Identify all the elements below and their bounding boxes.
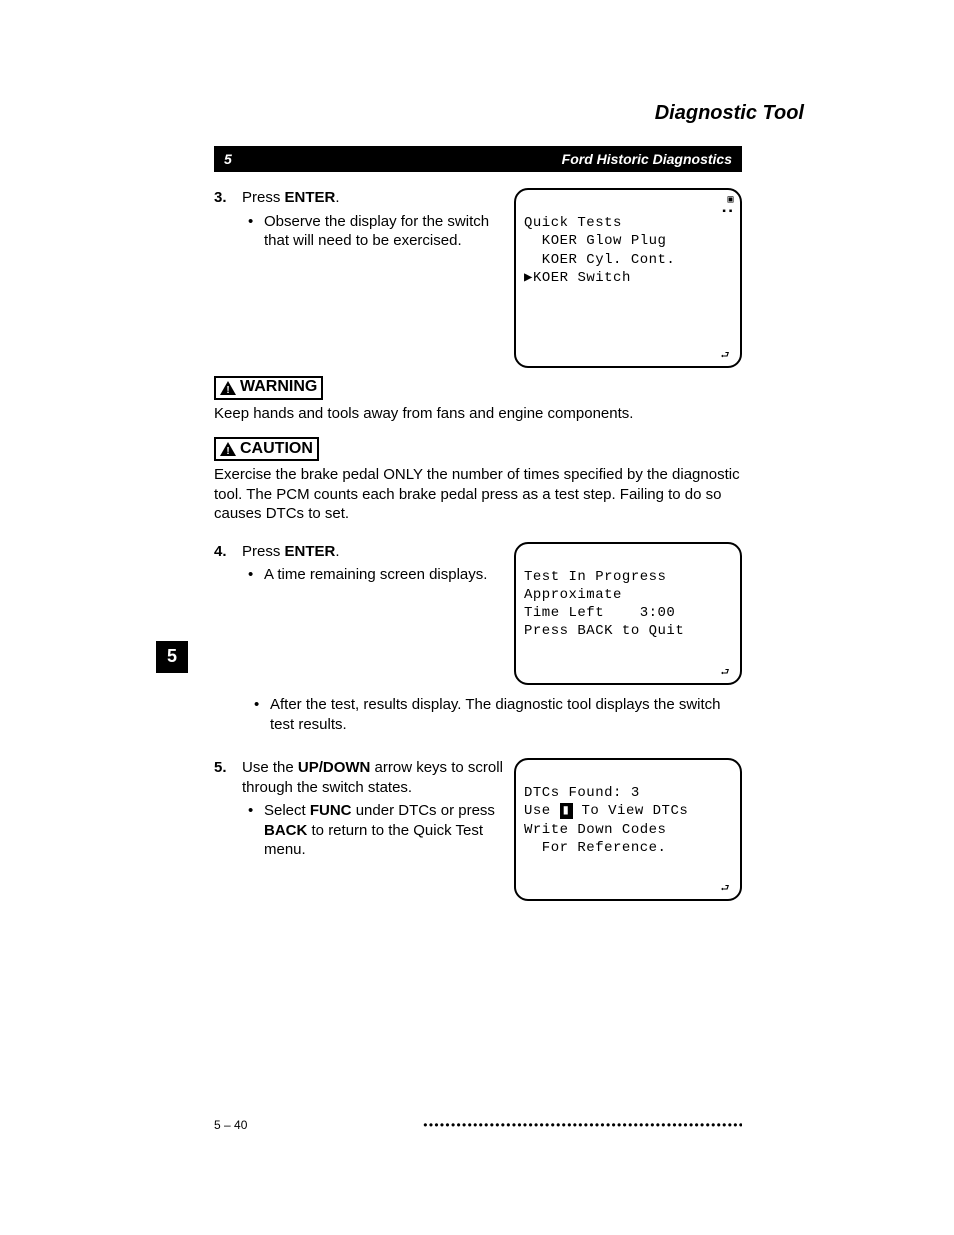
step-number: 4. xyxy=(214,542,236,585)
warning-badge: ! WARNING xyxy=(214,376,323,400)
footer-dots: • • • • • • • • • • • • • • • • • • • • … xyxy=(257,1118,742,1134)
warning-triangle-icon: ! xyxy=(220,442,236,456)
updown-key-label: UP/DOWN xyxy=(298,759,371,776)
step-number: 3. xyxy=(214,188,236,251)
bullet-icon: • xyxy=(248,695,264,734)
bullet-text: A time remaining screen displays. xyxy=(264,565,487,585)
caution-badge: ! CAUTION xyxy=(214,437,319,461)
lcd-line: Test In Progress xyxy=(524,569,666,585)
lcd-line: KOER Cyl. Cont. xyxy=(524,252,675,268)
section-header: 5 Ford Historic Diagnostics xyxy=(214,146,742,172)
bullet-text: After the test, results display. The dia… xyxy=(270,695,742,734)
lcd-line: For Reference. xyxy=(524,840,666,856)
lcd-line: Approximate xyxy=(524,587,622,603)
lcd-line: Press BACK to Quit xyxy=(524,623,684,639)
lcd-screen-dtcs-found: DTCs Found: 3 Use ▮ To View DTCs Write D… xyxy=(514,758,742,901)
scroll-indicator-icon: ▪▪ xyxy=(721,208,734,218)
warning-label: WARNING xyxy=(240,377,317,398)
caution-label: CAUTION xyxy=(240,439,313,460)
text: under DTCs or press xyxy=(352,802,495,819)
func-key-label: FUNC xyxy=(310,802,352,819)
side-label: Diagnostic Tool xyxy=(655,100,804,126)
text: Press xyxy=(242,189,285,206)
bullet-text: Select FUNC under DTCs or press BACK to … xyxy=(264,801,504,860)
warning-triangle-icon: ! xyxy=(220,381,236,395)
step-text: Press ENTER. • Observe the display for t… xyxy=(242,188,504,251)
bullet-icon: • xyxy=(242,212,258,251)
back-key-label: BACK xyxy=(264,822,307,839)
page-tab: 5 xyxy=(156,641,188,673)
back-icon: ⮐ xyxy=(721,885,731,895)
text: . xyxy=(335,543,339,560)
lcd-screen-quick-tests: Quick Tests KOER Glow Plug KOER Cyl. Con… xyxy=(514,188,742,368)
step-number: 5. xyxy=(214,758,236,860)
cursor-icon: ▶ xyxy=(524,270,533,286)
section-title: Ford Historic Diagnostics xyxy=(562,150,732,168)
lcd-line: Quick Tests xyxy=(524,215,622,231)
text: Press xyxy=(242,543,285,560)
step-text: Use the UP/DOWN arrow keys to scroll thr… xyxy=(242,758,504,860)
svg-text:!: ! xyxy=(226,446,229,456)
bullet-icon: • xyxy=(242,565,258,585)
scroll-up-icon: ▣ xyxy=(727,196,734,206)
bullet-text: Observe the display for the switch that … xyxy=(264,212,504,251)
lcd-line: To View DTCs xyxy=(573,803,689,819)
lcd-line: Time Left 3:00 xyxy=(524,605,675,621)
enter-key-label: ENTER xyxy=(285,543,336,560)
step-text: Press ENTER. • A time remaining screen d… xyxy=(242,542,504,585)
text: Use the xyxy=(242,759,298,776)
lcd-screen-test-progress: Test In Progress Approximate Time Left 3… xyxy=(514,542,742,685)
bullet-icon: • xyxy=(242,801,258,860)
lcd-line: DTCs Found: 3 xyxy=(524,785,640,801)
arrow-block-icon: ▮ xyxy=(560,803,573,819)
section-number: 5 xyxy=(224,150,232,168)
svg-text:!: ! xyxy=(226,385,229,395)
back-icon: ⮐ xyxy=(721,669,731,679)
lcd-line: Use xyxy=(524,803,560,819)
back-icon: ⮐ xyxy=(721,352,731,362)
enter-key-label: ENTER xyxy=(285,189,336,206)
lcd-line: Write Down Codes xyxy=(524,822,666,838)
page-number: 5 – 40 xyxy=(214,1118,247,1134)
lcd-line: KOER Switch xyxy=(533,270,631,286)
page-footer: 5 – 40 • • • • • • • • • • • • • • • • •… xyxy=(214,1118,742,1134)
text: . xyxy=(335,189,339,206)
warning-text: Keep hands and tools away from fans and … xyxy=(214,404,742,424)
caution-text: Exercise the brake pedal ONLY the number… xyxy=(214,465,742,524)
text: Select xyxy=(264,802,310,819)
lcd-line: KOER Glow Plug xyxy=(524,233,666,249)
